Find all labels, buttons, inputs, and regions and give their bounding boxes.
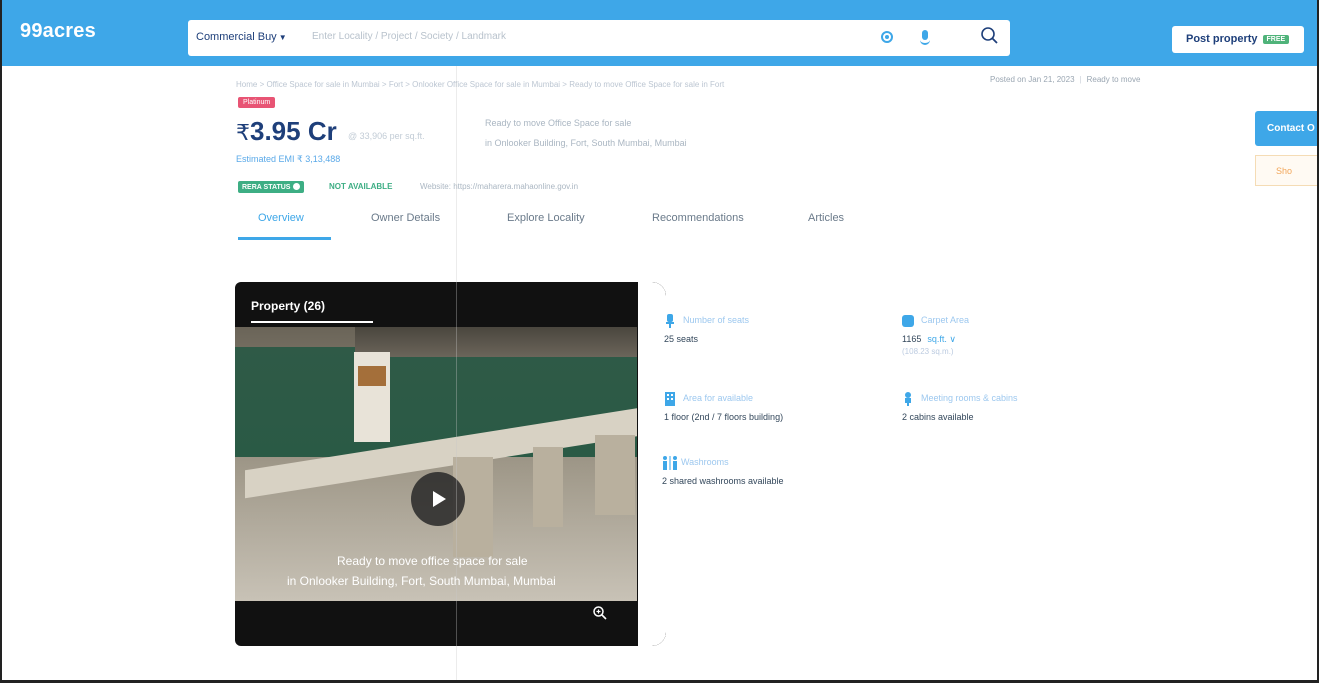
tab-overview[interactable]: Overview [258, 212, 304, 224]
spec-label: Meeting rooms & cabins [921, 393, 1018, 403]
gallery-title: Property (26) [251, 299, 326, 313]
price-per-sqft: @ 33,906 per sq.ft. [348, 131, 425, 141]
free-badge: FREE [1262, 34, 1290, 44]
chevron-down-icon: ▼ [278, 33, 287, 42]
area-icon [902, 315, 914, 327]
spec-floor: Area for available 1 floor (2nd / 7 floo… [664, 392, 884, 432]
spec-carpet-area: Carpet Area 1165 sq.ft. ∨ (108.23 sq.m.) [902, 314, 1102, 362]
price-value: 3.95 Cr [250, 116, 337, 146]
photo-caption-line1: Ready to move office space for sale [337, 554, 528, 568]
spec-value: 2 cabins available [902, 412, 974, 422]
location-target-icon[interactable] [881, 31, 893, 43]
property-media-gallery[interactable]: Property (26) Ready to move office space… [235, 282, 666, 646]
microphone-icon[interactable] [920, 30, 930, 45]
post-property-label: Post property [1186, 33, 1258, 45]
spec-seats: Number of seats 25 seats [664, 314, 864, 354]
spec-sub-value: (108.23 sq.m.) [902, 347, 954, 356]
spec-value: 1165 sq.ft. ∨ [902, 334, 956, 345]
possession-status: Ready to move [1086, 75, 1141, 84]
rera-status-badge[interactable]: RERA STATUS [238, 181, 305, 193]
photo-desk-leg [533, 447, 563, 527]
photo-desk-leg [595, 435, 635, 515]
spec-label: Area for available [683, 393, 754, 403]
search-input[interactable] [312, 31, 872, 42]
price: ₹3.95 Cr [236, 116, 337, 147]
shortlist-button[interactable]: Sho [1255, 155, 1317, 186]
tab-recommendations[interactable]: Recommendations [652, 212, 744, 224]
divider: | [1079, 75, 1082, 84]
scan-artifact [456, 66, 457, 683]
spec-label: Washrooms [681, 457, 729, 467]
listing-address: in Onlooker Building, Fort, South Mumbai… [485, 138, 687, 148]
tab-explore-locality[interactable]: Explore Locality [507, 212, 585, 224]
washroom-icon [663, 456, 677, 470]
posted-date: Posted on Jan 21, 2023 [990, 75, 1075, 84]
photo-caption-line2: in Onlooker Building, Fort, South Mumbai… [287, 574, 556, 588]
carpet-area-value: 1165 [902, 334, 922, 344]
top-navigation-bar: 99acres Commercial Buy▼ Post property FRE… [2, 0, 1317, 66]
cabin-icon [905, 392, 911, 406]
search-icon[interactable] [980, 26, 1000, 46]
search-bar: Commercial Buy ▼ [188, 20, 1010, 56]
emi-link[interactable]: Estimated EMI ₹ 3,13,488 [236, 154, 340, 165]
page: 99acres Commercial Buy▼ Post property FRE… [0, 0, 1319, 683]
zoom-icon[interactable] [592, 605, 608, 621]
posted-info: Posted on Jan 21, 2023 | Ready to move [990, 75, 1140, 84]
rera-status-value: NOT AVAILABLE [329, 182, 393, 191]
rupee-symbol: ₹ [236, 120, 250, 145]
spec-value: 1 floor (2nd / 7 floors building) [664, 412, 784, 422]
spec-washrooms: Washrooms 2 shared washrooms available [662, 456, 882, 496]
spec-label: Number of seats [683, 315, 750, 325]
building-icon [665, 392, 675, 406]
photo-shelf [355, 327, 637, 357]
breadcrumb[interactable]: Home > Office Space for sale in Mumbai >… [236, 80, 724, 89]
platinum-badge: Platinum [238, 97, 276, 108]
area-unit-dropdown[interactable]: sq.ft. ∨ [927, 334, 956, 344]
property-type-dropdown[interactable]: Commercial Buy ▼ [196, 31, 287, 43]
contact-owner-button[interactable]: Contact O [1255, 111, 1317, 146]
spec-label: Carpet Area [921, 315, 970, 325]
photo-calendar [354, 352, 390, 442]
site-logo[interactable]: 99acres [20, 20, 96, 43]
property-type-label: Commercial Buy [196, 31, 277, 43]
listing-title: Ready to move Office Space for sale [485, 118, 632, 128]
info-icon [293, 183, 301, 190]
gallery-title-underline [251, 321, 373, 323]
active-tab-indicator [238, 237, 331, 240]
tab-owner-details[interactable]: Owner Details [371, 212, 440, 224]
rera-label: RERA STATUS [242, 184, 291, 191]
rera-website-link[interactable]: Website: https://maharera.mahaonline.gov… [420, 182, 578, 191]
spec-meeting-rooms: Meeting rooms & cabins 2 cabins availabl… [902, 392, 1122, 432]
spec-value: 2 shared washrooms available [662, 476, 784, 486]
post-property-button[interactable]: Post property FREE [1172, 26, 1304, 53]
seat-icon [666, 314, 674, 328]
spec-value: 25 seats [664, 334, 699, 344]
tab-articles[interactable]: Articles [808, 212, 844, 224]
